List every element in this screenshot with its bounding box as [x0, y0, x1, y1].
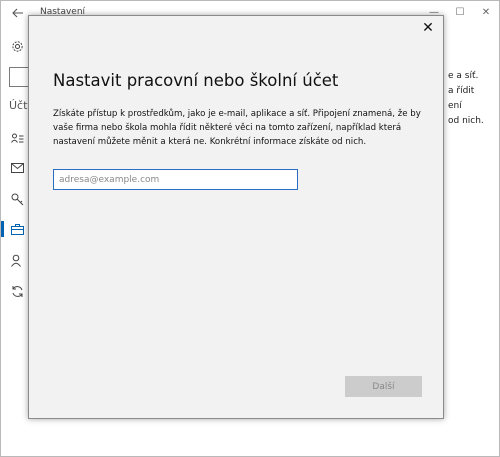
mail-icon[interactable]: [9, 160, 25, 176]
dialog-title: Nastavit pracovní nebo školní účet: [53, 71, 339, 90]
background-line: e a síť.: [448, 71, 479, 81]
background-line: ení: [448, 101, 462, 111]
background-line: od nich.: [448, 116, 484, 126]
person-list-icon[interactable]: [9, 130, 25, 146]
background-line: a řídit: [448, 86, 475, 96]
background-content-text: e a síť. a řídit ení od nich.: [448, 69, 484, 129]
gear-icon[interactable]: [9, 38, 25, 54]
back-arrow-icon[interactable]: [9, 4, 27, 22]
dialog-description: Získáte přístup k prostředkům, jako je e…: [53, 109, 421, 147]
briefcase-icon[interactable]: [9, 221, 25, 237]
close-window-button[interactable]: ✕: [476, 3, 496, 21]
active-item-marker: [1, 221, 4, 237]
key-icon[interactable]: [9, 191, 25, 207]
maximize-button[interactable]: ☐: [450, 3, 470, 21]
setup-account-dialog: ✕ Nastavit pracovní nebo školní účet Zís…: [28, 15, 444, 419]
email-field[interactable]: [53, 169, 298, 190]
next-button[interactable]: Další: [345, 376, 422, 397]
sync-icon[interactable]: [9, 283, 25, 299]
close-icon[interactable]: ✕: [420, 20, 436, 36]
person-add-icon[interactable]: [9, 252, 25, 268]
